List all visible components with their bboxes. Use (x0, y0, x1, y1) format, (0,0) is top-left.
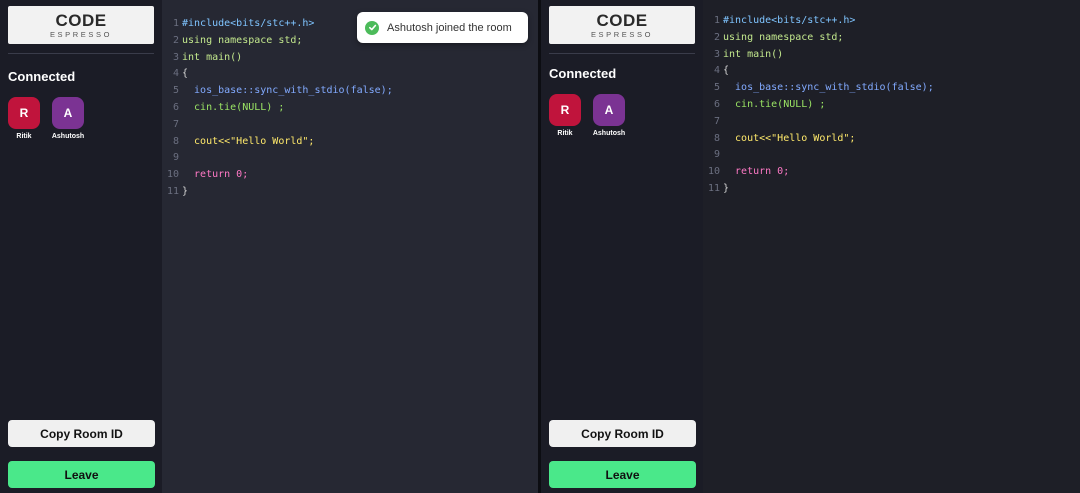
sidebar: CODE ESPRESSO Connected R Ritik A Ashuto… (541, 0, 703, 493)
line-number: 2 (172, 34, 179, 46)
avatar: R (549, 94, 581, 126)
logo-sub: ESPRESSO (590, 29, 654, 39)
toast-message: Ashutosh joined the room (387, 21, 512, 34)
connected-heading: Connected (549, 66, 617, 81)
code-text: return 0; (723, 166, 790, 178)
copy-room-id-button[interactable]: Copy Room ID (549, 420, 696, 447)
line-number: 1 (172, 18, 179, 29)
line-number: 10 (166, 169, 179, 181)
line-number: 8 (713, 132, 720, 144)
client-list: R Ritik A Ashutosh (8, 97, 154, 140)
divider (549, 53, 695, 54)
connected-heading: Connected (8, 69, 76, 84)
code-lines[interactable]: 1 #include<bits/stc++.h> 2 using namespace… (703, 13, 934, 198)
avatar: A (593, 94, 625, 126)
check-circle-icon (365, 20, 379, 35)
code-text: cout<<"Hello World"; (182, 135, 315, 147)
line-number: 4 (172, 68, 179, 80)
code-text: int main() (723, 48, 784, 60)
code-text: using namespace std; (723, 31, 844, 43)
code-line: 8 cout<<"Hello World"; (703, 131, 934, 148)
code-line: 5 ios_base::sync_with_stdio(false); (703, 80, 934, 97)
line-number: 2 (713, 31, 720, 43)
line-number: 8 (172, 135, 179, 147)
code-text: } (182, 185, 189, 197)
line-number: 10 (707, 166, 720, 178)
copy-room-id-button[interactable]: Copy Room ID (8, 420, 155, 447)
line-number: 3 (172, 51, 179, 63)
code-editor[interactable]: 1 #include<bits/stc++.h> 2 using namespace… (703, 0, 1080, 493)
line-number: 1 (713, 15, 720, 26)
code-text: return 0; (182, 169, 249, 181)
code-line: 9 (162, 150, 393, 167)
code-line: 2 using namespace std; (703, 30, 934, 47)
code-text: ios_base::sync_with_stdio(false); (723, 82, 934, 94)
client-name: Ritik (557, 130, 573, 137)
code-line: 6 cin.tie(NULL) ; (703, 97, 934, 114)
logo-main: CODE (596, 10, 648, 30)
window-right: CODE ESPRESSO Connected R Ritik A Ashuto… (541, 0, 1080, 493)
client-ashutosh: A Ashutosh (593, 94, 625, 137)
code-line: 7 (703, 114, 934, 131)
avatar: R (8, 97, 40, 129)
client-ashutosh: A Ashutosh (52, 97, 84, 140)
window-left: CODE ESPRESSO Connected R Ritik A Ashuto… (0, 0, 538, 493)
code-text: ios_base::sync_with_stdio(false); (182, 85, 393, 97)
code-line: 10 return 0; (703, 164, 934, 181)
code-text: #include<bits/stc++.h> (723, 15, 856, 26)
code-line: 3 int main() (162, 50, 393, 67)
code-text: int main() (182, 51, 243, 63)
line-number: 5 (713, 82, 720, 94)
code-text: cin.tie(NULL) ; (723, 98, 826, 110)
logo-sub: ESPRESSO (49, 29, 113, 39)
code-text: { (182, 68, 189, 80)
line-number: 9 (713, 149, 720, 161)
code-line: 5 ios_base::sync_with_stdio(false); (162, 83, 393, 100)
code-line: 11} (703, 181, 934, 198)
code-line: 6 cin.tie(NULL) ; (162, 100, 393, 117)
client-ritik: R Ritik (549, 94, 581, 137)
code-text: using namespace std; (182, 34, 303, 46)
client-ritik: R Ritik (8, 97, 40, 140)
toast-notification: Ashutosh joined the room (357, 12, 528, 43)
line-number: 3 (713, 48, 720, 60)
code-text: cin.tie(NULL) ; (182, 101, 285, 113)
line-number: 6 (172, 101, 179, 113)
code-line: 1 #include<bits/stc++.h> (703, 13, 934, 30)
code-line: 7 (162, 117, 393, 134)
code-editor[interactable]: 1 #include<bits/stc++.h> 2 using namespace… (162, 0, 538, 493)
line-number: 4 (713, 65, 720, 77)
code-line: 3 int main() (703, 47, 934, 64)
code-line: 4{ (162, 66, 393, 83)
line-number: 6 (713, 98, 720, 110)
client-name: Ashutosh (592, 130, 626, 137)
line-number: 9 (172, 152, 179, 164)
code-line: 8 cout<<"Hello World"; (162, 134, 393, 151)
code-lines[interactable]: 1 #include<bits/stc++.h> 2 using namespace… (162, 16, 393, 201)
code-line: 10 return 0; (162, 167, 393, 184)
code-text: #include<bits/stc++.h> (182, 18, 315, 29)
leave-button[interactable]: Leave (549, 461, 696, 488)
code-line: 9 (703, 147, 934, 164)
code-text: cout<<"Hello World"; (723, 132, 856, 144)
code-line: 4{ (703, 63, 934, 80)
code-text: { (723, 65, 730, 77)
line-number: 11 (707, 182, 720, 194)
line-number: 7 (713, 115, 720, 127)
client-name: Ashutosh (51, 133, 85, 140)
code-line: 11} (162, 184, 393, 201)
logo-main: CODE (55, 10, 107, 30)
line-number: 11 (166, 185, 179, 197)
avatar: A (52, 97, 84, 129)
divider (8, 53, 154, 54)
line-number: 5 (172, 85, 179, 97)
line-number: 7 (172, 118, 179, 130)
sidebar: CODE ESPRESSO Connected R Ritik A Ashuto… (0, 0, 162, 493)
client-list: R Ritik A Ashutosh (549, 94, 695, 137)
client-name: Ritik (16, 133, 32, 140)
leave-button[interactable]: Leave (8, 461, 155, 488)
logo: CODE ESPRESSO (8, 6, 154, 44)
code-text: } (723, 182, 730, 194)
logo: CODE ESPRESSO (549, 6, 695, 44)
